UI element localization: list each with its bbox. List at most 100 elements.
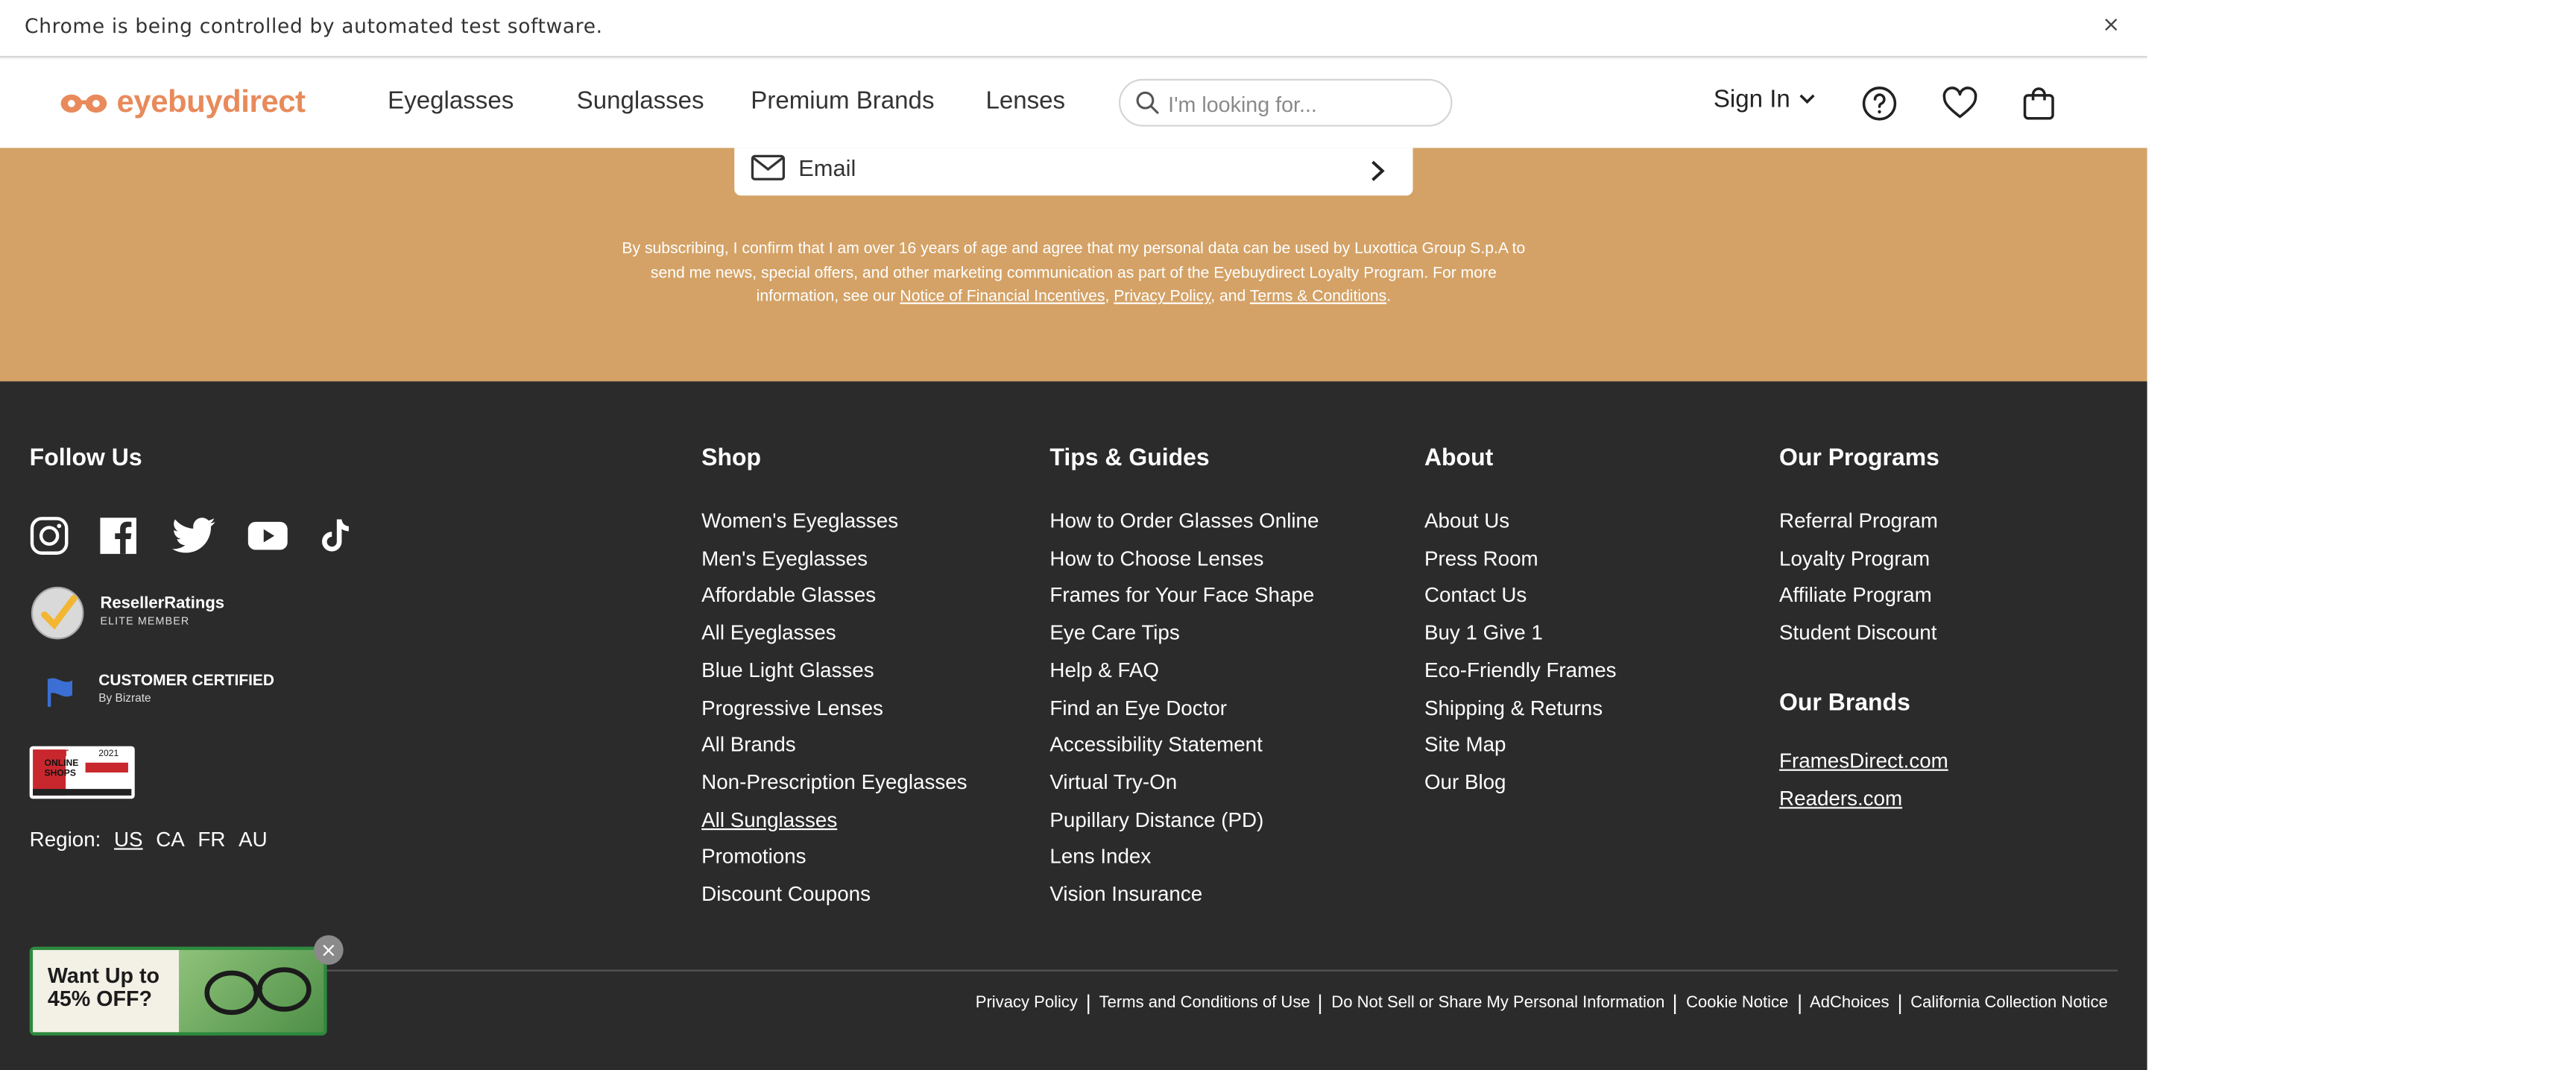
footer-link[interactable]: Loyalty Program	[1779, 541, 1938, 578]
nav-sunglasses[interactable]: Sunglasses	[577, 87, 704, 115]
footer-link[interactable]: All Sunglasses	[701, 802, 967, 839]
footer-link[interactable]: Pupillary Distance (PD)	[1049, 802, 1319, 839]
bottom-link[interactable]: Do Not Sell or Share My Personal Informa…	[1319, 994, 1675, 1015]
bag-icon[interactable]	[2019, 84, 2059, 123]
search-box	[1118, 78, 1453, 127]
footer-link[interactable]: Accessibility Statement	[1049, 727, 1319, 764]
brands-links: FramesDirect.com Readers.com	[1779, 743, 1948, 817]
subscribe-legal-text: By subscribing, I confirm that I am over…	[611, 239, 1536, 310]
footer-link[interactable]: Vision Insurance	[1049, 876, 1319, 913]
footer-link[interactable]: FramesDirect.com	[1779, 743, 1948, 780]
promo-close-icon[interactable]: ×	[313, 935, 344, 965]
footer-link[interactable]: Non-Prescription Eyeglasses	[701, 764, 967, 802]
about-links: About Us Press Room Contact Us Buy 1 Giv…	[1424, 503, 1617, 802]
newsletter-section: Email By subscribing, I confirm that I a…	[0, 148, 2147, 382]
bottom-link[interactable]: Terms and Conditions of Use	[1087, 994, 1320, 1015]
financial-incentives-link[interactable]: Notice of Financial Incentives	[900, 288, 1105, 306]
footer-link[interactable]: Site Map	[1424, 727, 1617, 764]
footer-link[interactable]: Eco-Friendly Frames	[1424, 652, 1617, 690]
nav-eyeglasses[interactable]: Eyeglasses	[388, 87, 514, 115]
privacy-policy-link[interactable]: Privacy Policy	[1114, 288, 1210, 306]
search-icon	[1136, 91, 1159, 114]
promo-banner[interactable]: Want Up to 45% OFF?	[29, 946, 327, 1036]
automation-message: Chrome is being controlled by automated …	[25, 14, 603, 38]
bottom-link[interactable]: Privacy Policy	[966, 995, 1088, 1014]
automation-infobar: Chrome is being controlled by automated …	[0, 0, 2147, 58]
site-logo[interactable]: eyebuydirect	[59, 82, 306, 125]
region-ca[interactable]: CA	[156, 828, 185, 852]
heart-icon[interactable]	[1940, 84, 1980, 123]
programs-links: Referral Program Loyalty Program Affilia…	[1779, 503, 1938, 652]
bottom-link[interactable]: California Collection Notice	[1898, 994, 2118, 1015]
instagram-icon[interactable]	[30, 516, 69, 556]
footer-link[interactable]: Buy 1 Give 1	[1424, 615, 1617, 652]
footer-link[interactable]: Frames for Your Face Shape	[1049, 578, 1319, 615]
footer-link[interactable]: All Eyeglasses	[701, 615, 967, 652]
promo-line1: Want Up to	[47, 963, 160, 988]
terms-conditions-link[interactable]: Terms & Conditions	[1250, 288, 1386, 306]
brands-title: Our Brands	[1779, 690, 1910, 717]
footer-link[interactable]: How to Choose Lenses	[1049, 541, 1319, 578]
reseller-line2: ELITE MEMBER	[100, 616, 190, 629]
footer-link[interactable]: About Us	[1424, 503, 1617, 541]
legal-sep-1: ,	[1105, 287, 1114, 306]
sign-in-button[interactable]: Sign In	[1714, 86, 1815, 113]
nav-premium-brands[interactable]: Premium Brands	[751, 87, 934, 115]
legal-links: Privacy Policy Terms and Conditions of U…	[966, 994, 2118, 1015]
footer-divider	[29, 969, 2118, 972]
footer-link[interactable]: Help & FAQ	[1049, 652, 1319, 690]
bottom-link[interactable]: AdChoices	[1798, 994, 1899, 1015]
footer-link[interactable]: Promotions	[701, 839, 967, 876]
tips-links: How to Order Glasses Online How to Choos…	[1049, 503, 1319, 913]
footer-link[interactable]: All Brands	[701, 727, 967, 764]
footer-link[interactable]: Student Discount	[1779, 615, 1938, 652]
footer-link[interactable]: Blue Light Glasses	[701, 652, 967, 690]
infobar-close-icon[interactable]: ×	[2100, 11, 2123, 41]
footer-link[interactable]: Shipping & Returns	[1424, 690, 1617, 727]
footer-link[interactable]: Contact Us	[1424, 578, 1617, 615]
search-input[interactable]	[1168, 89, 1439, 119]
footer-link[interactable]: Women's Eyeglasses	[701, 503, 967, 541]
footer-link[interactable]: Men's Eyeglasses	[701, 541, 967, 578]
footer-link[interactable]: Find an Eye Doctor	[1049, 690, 1319, 727]
promo-text: Want Up to 45% OFF?	[47, 963, 160, 1011]
footer-link[interactable]: Affiliate Program	[1779, 578, 1938, 615]
youtube-icon[interactable]	[247, 516, 289, 556]
footer-link[interactable]: Virtual Try-On	[1049, 764, 1319, 802]
facebook-icon[interactable]	[98, 516, 138, 556]
submit-arrow-icon[interactable]	[1370, 160, 1385, 183]
logo-glasses-icon	[60, 94, 107, 113]
footer-link[interactable]: Progressive Lenses	[701, 690, 967, 727]
nav-lenses[interactable]: Lenses	[985, 87, 1065, 115]
best-online-shops-badge[interactable]: BEST ONLINE SHOPS 2021	[29, 746, 135, 799]
reseller-ratings-badge[interactable]: ResellerRatings ELITE MEMBER	[30, 585, 227, 641]
footer-link[interactable]: Our Blog	[1424, 764, 1617, 802]
promo-line2: 45% OFF?	[47, 986, 153, 1011]
email-field[interactable]: Email	[734, 148, 1413, 196]
footer-link[interactable]: Referral Program	[1779, 503, 1938, 541]
bos-newsweek-bar	[85, 762, 128, 773]
region-au[interactable]: AU	[239, 828, 268, 852]
tiktok-icon[interactable]	[319, 516, 352, 556]
footer-link[interactable]: Discount Coupons	[701, 876, 967, 913]
reseller-line1: ResellerRatings	[100, 594, 225, 614]
footer-link[interactable]: How to Order Glasses Online	[1049, 503, 1319, 541]
customer-certified-badge[interactable]: CUSTOMER CERTIFIED By Bizrate	[30, 667, 277, 717]
shop-links: Women's Eyeglasses Men's Eyeglasses Affo…	[701, 503, 967, 913]
bottom-link[interactable]: Cookie Notice	[1674, 994, 1799, 1015]
help-icon[interactable]	[1860, 84, 1899, 123]
legal-end: .	[1386, 287, 1392, 306]
email-label: Email	[798, 154, 856, 181]
shop-title: Shop	[701, 445, 762, 472]
footer-link[interactable]: Eye Care Tips	[1049, 615, 1319, 652]
footer-link[interactable]: Lens Index	[1049, 839, 1319, 876]
footer-link[interactable]: Affordable Glasses	[701, 578, 967, 615]
customer-certified-line1: CUSTOMER CERTIFIED	[98, 672, 275, 690]
region-label: Region:	[29, 828, 101, 852]
region-us[interactable]: US	[114, 828, 143, 852]
region-fr[interactable]: FR	[198, 828, 225, 852]
footer-link[interactable]: Press Room	[1424, 541, 1617, 578]
twitter-icon[interactable]	[171, 516, 217, 556]
programs-title: Our Programs	[1779, 445, 1939, 472]
footer-link[interactable]: Readers.com	[1779, 780, 1948, 817]
